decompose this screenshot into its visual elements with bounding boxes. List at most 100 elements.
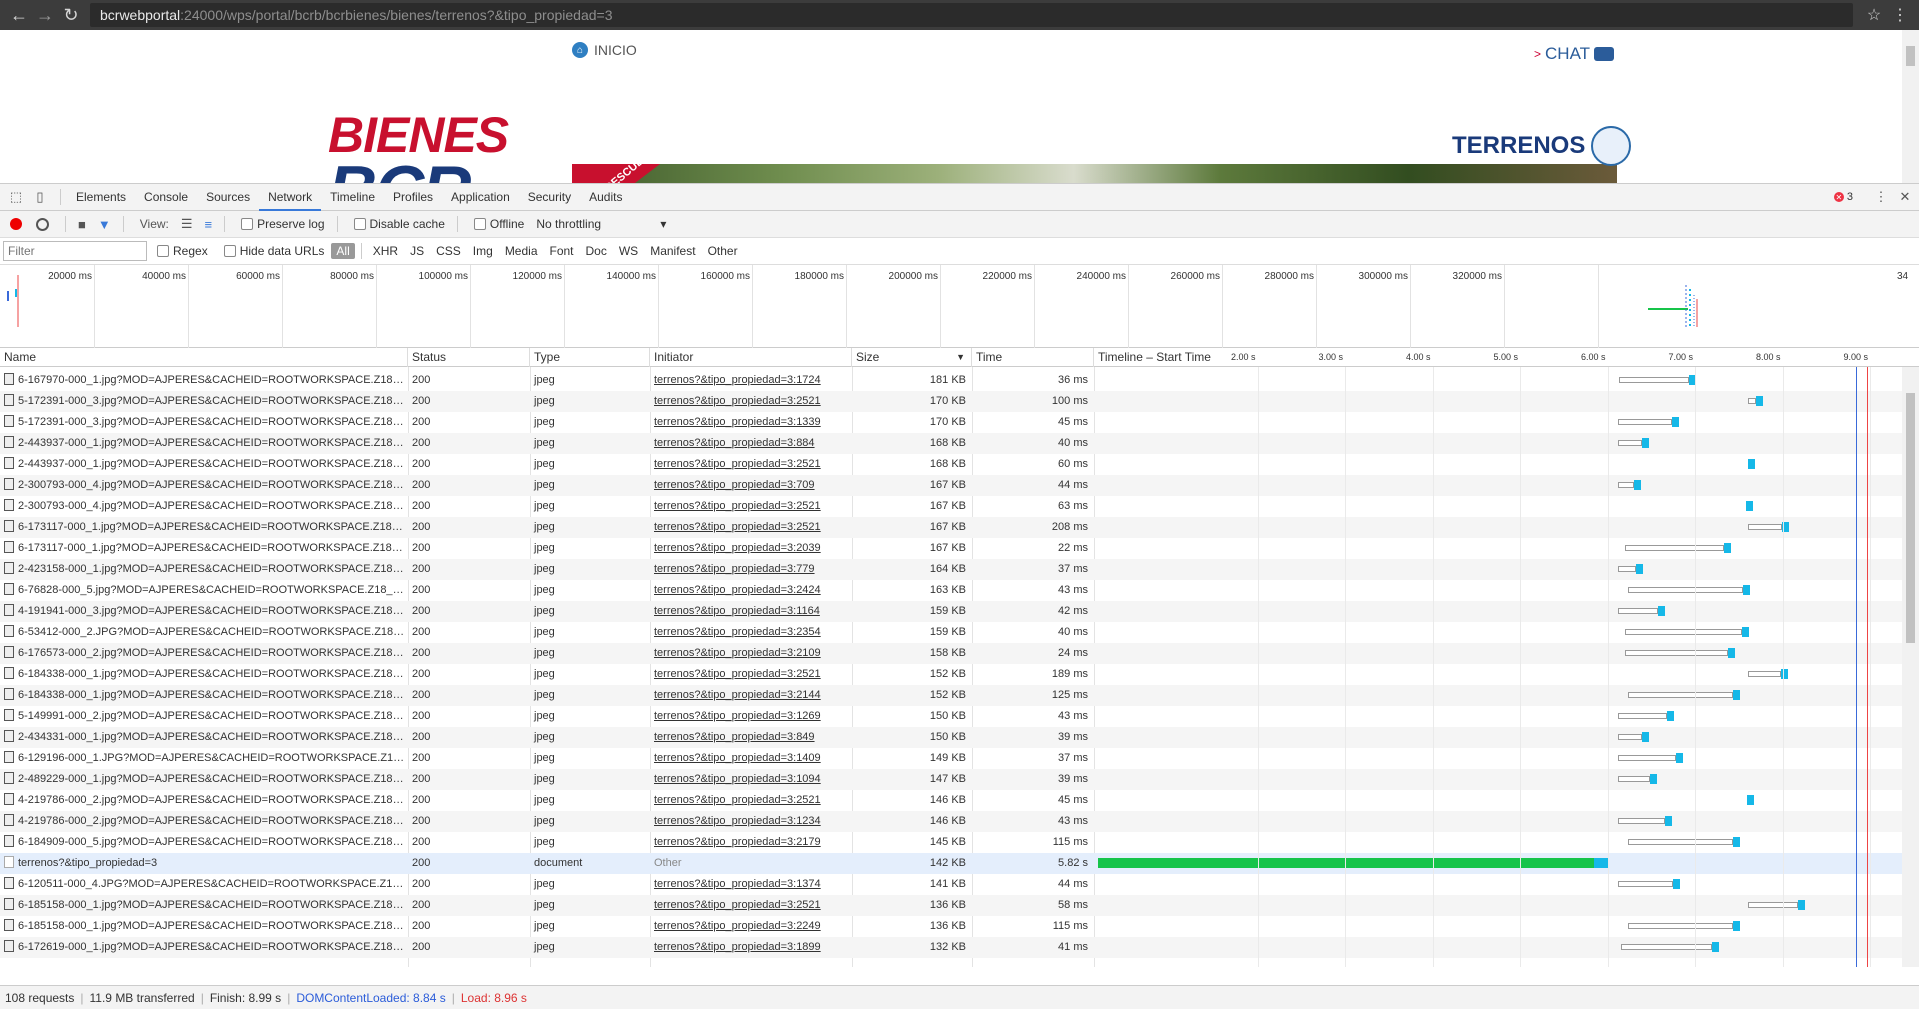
device-mode-icon[interactable]: ▯ bbox=[30, 187, 50, 207]
filter-type-js[interactable]: JS bbox=[405, 243, 429, 259]
request-initiator[interactable]: terrenos?&tipo_propiedad=3:2424 bbox=[650, 580, 852, 601]
capture-screenshots-icon[interactable]: ■ bbox=[78, 217, 86, 232]
request-initiator[interactable]: terrenos?&tipo_propiedad=3:2521 bbox=[650, 391, 852, 412]
request-initiator[interactable]: terrenos?&tipo_propiedad=3:2354 bbox=[650, 622, 852, 643]
request-initiator[interactable]: terrenos?&tipo_propiedad=3:1339 bbox=[650, 412, 852, 433]
table-row[interactable]: 2-434331-000_1.jpg?MOD=AJPERES&CACHEID=R… bbox=[0, 727, 1902, 748]
page-scrollbar-thumb[interactable] bbox=[1906, 46, 1915, 66]
request-name[interactable]: 6-167970-000_1.jpg?MOD=AJPERES&CACHEID=R… bbox=[0, 370, 408, 391]
request-name[interactable]: 6-185158-000_1.jpg?MOD=AJPERES&CACHEID=R… bbox=[0, 895, 408, 916]
column-size[interactable]: Size ▼ bbox=[852, 348, 972, 367]
request-name[interactable]: 6-172619-000_1.jpg?MOD=AJPERES&CACHEID=R… bbox=[0, 937, 408, 958]
tab-network[interactable]: Network bbox=[259, 184, 322, 211]
table-row[interactable]: 6-185158-000_1.jpg?MOD=AJPERES&CACHEID=R… bbox=[0, 916, 1902, 937]
request-name[interactable]: 5-172391-000_3.jpg?MOD=AJPERES&CACHEID=R… bbox=[0, 412, 408, 433]
tab-sources[interactable]: Sources bbox=[197, 184, 259, 211]
request-name[interactable]: 6-176573-000_2.jpg?MOD=AJPERES&CACHEID=R… bbox=[0, 643, 408, 664]
browser-menu-icon[interactable]: ⋮ bbox=[1887, 5, 1913, 25]
error-counter[interactable]: ✕ 3 bbox=[1833, 191, 1853, 203]
request-initiator[interactable]: terrenos?&tipo_propiedad=3:1094 bbox=[650, 769, 852, 790]
request-name[interactable]: 6-173117-000_1.jpg?MOD=AJPERES&CACHEID=R… bbox=[0, 517, 408, 538]
table-row[interactable]: 2-443937-000_1.jpg?MOD=AJPERES&CACHEID=R… bbox=[0, 433, 1902, 454]
request-name[interactable]: 2-443937-000_1.jpg?MOD=AJPERES&CACHEID=R… bbox=[0, 433, 408, 454]
table-row[interactable]: 6-173117-000_1.jpg?MOD=AJPERES&CACHEID=R… bbox=[0, 517, 1902, 538]
table-row[interactable]: 6-184338-000_1.jpg?MOD=AJPERES&CACHEID=R… bbox=[0, 685, 1902, 706]
request-name[interactable]: 6-120511-000_4.JPG?MOD=AJPERES&CACHEID=R… bbox=[0, 874, 408, 895]
request-initiator[interactable]: terrenos?&tipo_propiedad=3:1724 bbox=[650, 370, 852, 391]
request-initiator[interactable]: terrenos?&tipo_propiedad=3:2521 bbox=[650, 496, 852, 517]
table-row[interactable]: terrenos?&tipo_propiedad=3 200 document Oth… bbox=[0, 853, 1902, 874]
filter-type-xhr[interactable]: XHR bbox=[368, 243, 403, 259]
close-devtools-icon[interactable]: ✕ bbox=[1895, 187, 1915, 207]
request-initiator[interactable]: terrenos?&tipo_propiedad=3:1899 bbox=[650, 937, 852, 958]
request-name[interactable]: 2-489229-000_1.jpg?MOD=AJPERES&CACHEID=R… bbox=[0, 769, 408, 790]
table-row[interactable]: 6-129196-000_1.JPG?MOD=AJPERES&CACHEID=R… bbox=[0, 748, 1902, 769]
inicio-link[interactable]: ⌂ INICIO bbox=[572, 42, 637, 58]
table-row[interactable]: 2-300793-000_4.jpg?MOD=AJPERES&CACHEID=R… bbox=[0, 475, 1902, 496]
request-name[interactable]: 2-300793-000_4.jpg?MOD=AJPERES&CACHEID=R… bbox=[0, 475, 408, 496]
table-row[interactable]: 6-176573-000_2.jpg?MOD=AJPERES&CACHEID=R… bbox=[0, 643, 1902, 664]
tab-security[interactable]: Security bbox=[519, 184, 580, 211]
request-name[interactable]: 4-219786-000_2.jpg?MOD=AJPERES&CACHEID=R… bbox=[0, 811, 408, 832]
table-row[interactable]: 5-149991-000_2.jpg?MOD=AJPERES&CACHEID=R… bbox=[0, 706, 1902, 727]
table-row[interactable]: 6-120511-000_4.JPG?MOD=AJPERES&CACHEID=R… bbox=[0, 874, 1902, 895]
regex-checkbox[interactable] bbox=[157, 245, 169, 257]
request-initiator[interactable]: terrenos?&tipo_propiedad=3:2179 bbox=[650, 832, 852, 853]
request-initiator[interactable]: terrenos?&tipo_propiedad=3:2521 bbox=[650, 517, 852, 538]
request-initiator[interactable]: terrenos?&tipo_propiedad=3:1269 bbox=[650, 706, 852, 727]
request-name[interactable]: 5-172391-000_3.jpg?MOD=AJPERES&CACHEID=R… bbox=[0, 391, 408, 412]
request-initiator[interactable]: terrenos?&tipo_propiedad=3:2039 bbox=[650, 538, 852, 559]
request-initiator[interactable]: terrenos?&tipo_propiedad=3:2521 bbox=[650, 664, 852, 685]
filter-type-img[interactable]: Img bbox=[468, 243, 498, 259]
hide-data-urls-checkbox[interactable] bbox=[223, 245, 236, 257]
request-name[interactable]: 6-173117-000_1.jpg?MOD=AJPERES&CACHEID=R… bbox=[0, 538, 408, 559]
request-name[interactable]: 6-184909-000_5.jpg?MOD=AJPERES&CACHEID=R… bbox=[0, 832, 408, 853]
record-button[interactable] bbox=[10, 218, 22, 230]
bookmark-star-icon[interactable]: ☆ bbox=[1861, 5, 1887, 25]
request-initiator[interactable]: terrenos?&tipo_propiedad=3:2521 bbox=[650, 790, 852, 811]
request-initiator[interactable]: terrenos?&tipo_propiedad=3:1409 bbox=[650, 748, 852, 769]
request-initiator[interactable]: terrenos?&tipo_propiedad=3:779 bbox=[650, 559, 852, 580]
request-initiator[interactable]: terrenos?&tipo_propiedad=3:1234 bbox=[650, 811, 852, 832]
request-name[interactable]: 6-129196-000_1.JPG?MOD=AJPERES&CACHEID=R… bbox=[0, 748, 408, 769]
tab-audits[interactable]: Audits bbox=[580, 184, 631, 211]
table-row[interactable]: 2-300793-000_4.jpg?MOD=AJPERES&CACHEID=R… bbox=[0, 496, 1902, 517]
offline-checkbox[interactable] bbox=[473, 218, 486, 230]
column-status[interactable]: Status bbox=[408, 348, 530, 367]
request-name[interactable]: 6-185158-000_1.jpg?MOD=AJPERES&CACHEID=R… bbox=[0, 916, 408, 937]
table-row[interactable]: 6-185158-000_1.jpg?MOD=AJPERES&CACHEID=R… bbox=[0, 895, 1902, 916]
bienes-bcr-logo[interactable]: BIENES BCR bbox=[328, 110, 509, 183]
table-row[interactable]: 6-184909-000_5.jpg?MOD=AJPERES&CACHEID=R… bbox=[0, 832, 1902, 853]
network-overview[interactable]: 20000 ms 40000 ms 60000 ms 80000 ms 100000 m… bbox=[0, 265, 1919, 348]
request-name[interactable]: 2-443937-000_1.jpg?MOD=AJPERES&CACHEID=R… bbox=[0, 454, 408, 475]
tab-console[interactable]: Console bbox=[135, 184, 197, 211]
address-bar[interactable]: bcrwebportal:24000/wps/portal/bcrb/bcrbi… bbox=[90, 3, 1853, 27]
request-name[interactable]: 2-434331-000_1.jpg?MOD=AJPERES&CACHEID=R… bbox=[0, 727, 408, 748]
preserve-log-checkbox[interactable] bbox=[241, 218, 254, 230]
request-name[interactable]: terrenos?&tipo_propiedad=3 bbox=[0, 853, 408, 874]
request-initiator[interactable]: terrenos?&tipo_propiedad=3:2521 bbox=[650, 454, 852, 475]
table-row[interactable]: 2-489229-000_1.jpg?MOD=AJPERES&CACHEID=R… bbox=[0, 769, 1902, 790]
filter-type-other[interactable]: Other bbox=[703, 243, 743, 259]
request-name[interactable]: 6-53412-000_2.JPG?MOD=AJPERES&CACHEID=RO… bbox=[0, 622, 408, 643]
request-initiator[interactable]: terrenos?&tipo_propiedad=3:709 bbox=[650, 475, 852, 496]
table-row[interactable]: 4-219786-000_2.jpg?MOD=AJPERES&CACHEID=R… bbox=[0, 790, 1902, 811]
tab-application[interactable]: Application bbox=[442, 184, 519, 211]
table-row[interactable]: 2-443937-000_1.jpg?MOD=AJPERES&CACHEID=R… bbox=[0, 454, 1902, 475]
reload-icon[interactable]: ↻ bbox=[58, 3, 84, 27]
table-row[interactable]: 6-53412-000_2.JPG?MOD=AJPERES&CACHEID=RO… bbox=[0, 622, 1902, 643]
column-time[interactable]: Time bbox=[972, 348, 1094, 367]
column-type[interactable]: Type bbox=[530, 348, 650, 367]
request-name[interactable]: 2-423158-000_1.jpg?MOD=AJPERES&CACHEID=R… bbox=[0, 559, 408, 580]
request-initiator[interactable]: terrenos?&tipo_propiedad=3:2521 bbox=[650, 895, 852, 916]
table-scrollbar-thumb[interactable] bbox=[1906, 393, 1915, 643]
table-row[interactable]: 5-172391-000_3.jpg?MOD=AJPERES&CACHEID=R… bbox=[0, 391, 1902, 412]
table-scrollbar[interactable] bbox=[1902, 367, 1919, 967]
filter-type-font[interactable]: Font bbox=[545, 243, 579, 259]
table-row[interactable]: 6-173117-000_1.jpg?MOD=AJPERES&CACHEID=R… bbox=[0, 538, 1902, 559]
request-name[interactable]: 4-191941-000_3.jpg?MOD=AJPERES&CACHEID=R… bbox=[0, 601, 408, 622]
request-name[interactable]: 6-184338-000_1.jpg?MOD=AJPERES&CACHEID=R… bbox=[0, 685, 408, 706]
request-initiator[interactable]: terrenos?&tipo_propiedad=3:1374 bbox=[650, 874, 852, 895]
table-row[interactable]: 4-219786-000_2.jpg?MOD=AJPERES&CACHEID=R… bbox=[0, 811, 1902, 832]
table-row[interactable]: 5-172391-000_3.jpg?MOD=AJPERES&CACHEID=R… bbox=[0, 412, 1902, 433]
